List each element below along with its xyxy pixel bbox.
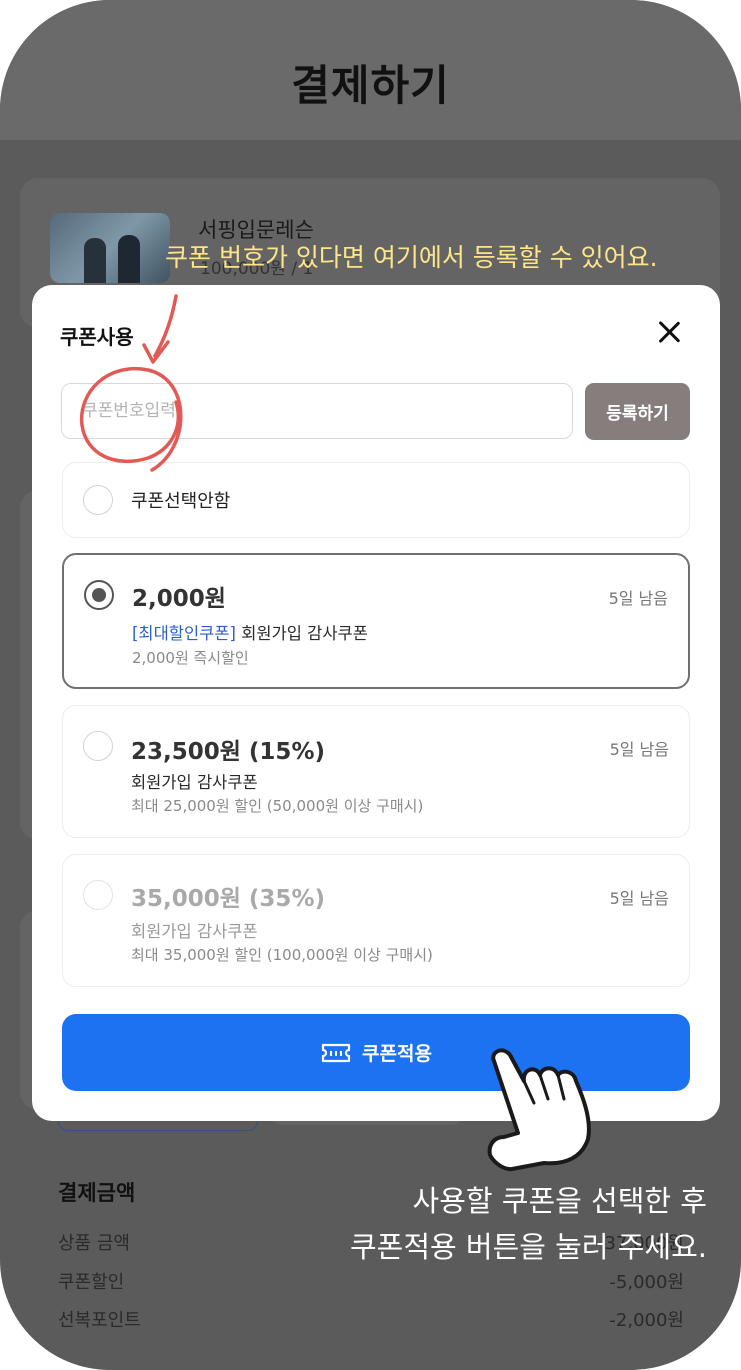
hand-pointer-icon [487, 1048, 591, 1172]
callout-line: 쿠폰적용 버튼을 눌러 주세요. [349, 1230, 707, 1264]
app-screen: 결제하기 서핑입문레슨 100,000원 / 1 결제금액 상품 금액 37,0… [0, 0, 741, 1370]
annotation-overlay [79, 294, 591, 1172]
callout-line: 사용할 쿠폰을 선택한 후 [412, 1184, 707, 1218]
callout-apply-hint: 사용할 쿠폰을 선택한 후 쿠폰적용 버튼을 눌러 주세요. [350, 1178, 707, 1270]
annotation-circle [79, 366, 183, 472]
